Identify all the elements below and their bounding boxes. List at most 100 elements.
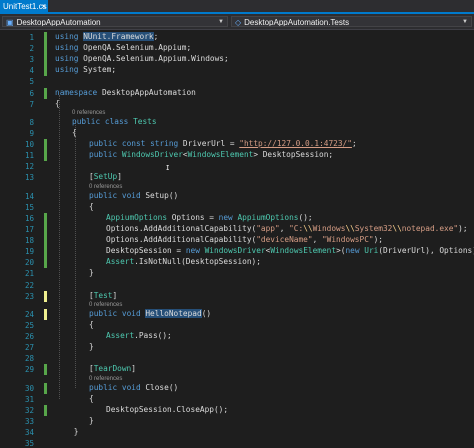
line-number: 21: [24, 269, 34, 279]
code-token: Options =: [167, 212, 219, 222]
line-number: 19: [24, 247, 34, 257]
class-icon: ◇: [235, 18, 242, 27]
code-token: WindowsDriver: [121, 150, 183, 160]
saved-change-marker: [44, 43, 47, 55]
code-token: string: [150, 139, 179, 149]
line-number: 3: [29, 55, 34, 65]
line-number: 35: [24, 439, 34, 448]
saved-change-marker: [44, 382, 47, 394]
code-token: {: [55, 98, 60, 108]
code-token: Tests: [133, 116, 157, 126]
codelens-references[interactable]: 0 references: [89, 376, 122, 382]
class-dropdown-label: DesktopAppAutomation.Tests: [244, 18, 350, 27]
codelens-references[interactable]: 0 references: [89, 184, 122, 190]
line-number: 30: [24, 383, 34, 393]
class-dropdown[interactable]: ◇ DesktopAppAutomation.Tests ▼: [231, 16, 472, 27]
code-token: const: [121, 139, 146, 149]
saved-change-marker: [44, 404, 47, 416]
code-token: DesktopSession =: [106, 246, 186, 256]
code-line[interactable]: {: [89, 320, 94, 329]
code-line[interactable]: using NUnit.Framework;: [55, 32, 158, 41]
code-line[interactable]: Options.AddAdditionalCapability("deviceN…: [106, 235, 383, 244]
code-line[interactable]: public const string DriverUrl = "http://…: [89, 139, 357, 148]
saved-change-marker: [44, 364, 47, 376]
saved-change-marker: [44, 212, 47, 224]
code-line[interactable]: using OpenQA.Selenium.Appium;: [55, 43, 191, 52]
code-line[interactable]: {: [55, 99, 60, 108]
code-line[interactable]: namespace DesktopAppAutomation: [55, 88, 196, 97]
indent-guide: [59, 95, 60, 399]
code-line[interactable]: }: [89, 342, 94, 351]
codelens-references[interactable]: 0 references: [72, 110, 105, 116]
code-line[interactable]: Options.AddAdditionalCapability("app", "…: [106, 224, 468, 233]
saved-change-marker: [44, 224, 47, 236]
code-token: AppiumOptions: [237, 212, 299, 222]
code-token: }: [89, 416, 94, 425]
codelens-references[interactable]: 0 references: [89, 302, 122, 308]
line-number: 8: [29, 117, 34, 127]
code-token: Assert: [106, 257, 135, 267]
code-line[interactable]: public WindowsDriver<WindowsElement> Des…: [89, 150, 333, 159]
code-token: using: [55, 54, 79, 64]
line-number: 15: [24, 202, 34, 212]
code-token: namespace: [55, 87, 98, 97]
code-token: void: [121, 308, 141, 318]
code-line[interactable]: public class Tests: [72, 117, 157, 126]
code-line[interactable]: {: [72, 128, 77, 137]
code-token: }: [55, 427, 79, 437]
code-token: OpenQA.Selenium.Appium.Windows;: [78, 54, 229, 64]
code-token: {: [89, 201, 94, 211]
code-line[interactable]: public void Setup(): [89, 191, 178, 200]
code-line[interactable]: DesktopSession.CloseApp();: [106, 405, 228, 414]
code-line[interactable]: public void Close(): [89, 383, 178, 392]
code-token: public: [89, 308, 118, 318]
code-line[interactable]: [TearDown]: [89, 364, 136, 373]
code-token: using: [55, 32, 79, 41]
code-token: \\: [392, 224, 402, 233]
line-number: 32: [24, 405, 34, 415]
saved-change-marker: [44, 257, 47, 269]
code-token: .IsNotNull(DesktopSession);: [134, 257, 261, 267]
code-token: Options.AddAdditionalCapability(: [106, 224, 257, 233]
code-line[interactable]: using System;: [55, 65, 116, 74]
code-line[interactable]: {: [89, 202, 94, 211]
line-number: 1: [29, 33, 34, 42]
saved-change-marker: [44, 150, 47, 162]
code-line[interactable]: Assert.Pass();: [106, 331, 172, 340]
line-number: 5: [29, 77, 34, 87]
code-line[interactable]: Assert.IsNotNull(DesktopSession);: [106, 257, 261, 266]
code-token: Options.AddAdditionalCapability(: [106, 235, 257, 245]
close-icon[interactable]: ×: [41, 0, 46, 14]
line-number: 29: [24, 365, 34, 375]
code-line[interactable]: DesktopSession = new WindowsDriver<Windo…: [106, 246, 474, 255]
indent-guide: [75, 120, 76, 388]
code-line[interactable]: }: [89, 416, 94, 425]
code-token: (): [201, 308, 212, 318]
csharp-project-icon: ▣: [6, 18, 14, 27]
line-number: 16: [24, 213, 34, 223]
code-line[interactable]: }: [55, 427, 79, 437]
line-number: 28: [24, 354, 34, 364]
code-token: ;: [153, 32, 159, 41]
project-dropdown[interactable]: ▣ DesktopAppAutomation ▼: [2, 16, 228, 27]
code-line[interactable]: {: [89, 394, 94, 403]
line-number: 2: [29, 44, 34, 54]
code-token: new: [345, 246, 360, 256]
code-token: );: [373, 235, 383, 245]
code-line[interactable]: [Test]: [89, 291, 117, 300]
code-token: ();: [298, 212, 313, 222]
code-token: void: [121, 382, 141, 392]
code-line[interactable]: AppiumOptions Options = new AppiumOption…: [106, 213, 313, 222]
code-line[interactable]: public void HelloNotepad(): [89, 308, 212, 318]
unsaved-change-marker: [44, 308, 47, 320]
code-token: "app": [256, 224, 280, 233]
code-token: void: [121, 190, 141, 200]
tab-unittest1[interactable]: UnitTest1.cs ×: [0, 0, 48, 14]
code-editor[interactable]: ɪ 1 using NUnit.Framework; 2 using OpenQA.S…: [0, 30, 474, 448]
code-token: new: [218, 212, 233, 222]
code-line[interactable]: [SetUp]: [89, 172, 122, 181]
code-line[interactable]: }: [89, 268, 94, 277]
line-number: 34: [24, 428, 34, 438]
chevron-down-icon: ▼: [462, 19, 468, 25]
code-line[interactable]: using OpenQA.Selenium.Appium.Windows;: [55, 54, 229, 63]
